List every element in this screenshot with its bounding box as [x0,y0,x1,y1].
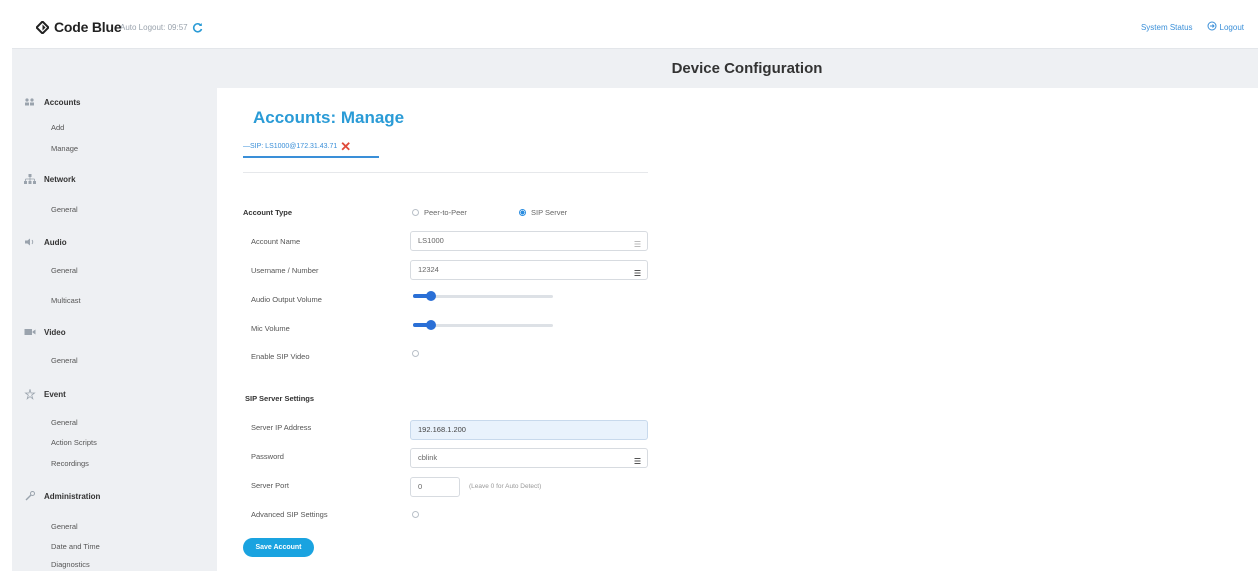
account-type-label: Account Type [243,208,293,217]
slider-handle[interactable] [426,320,437,330]
sidebar-section-label: Administration [44,491,101,501]
password-field[interactable]: cblink [410,448,648,468]
field-menu-icon[interactable] [634,266,641,277]
radio-label: SIP Server [531,208,568,217]
enable-sip-video-label: Enable SIP Video [251,352,310,361]
server-port-hint: (Leave 0 for Auto Detect) [469,483,542,490]
logout-link[interactable]: Logout [1207,21,1244,33]
enable-sip-video-checkbox[interactable] [412,350,419,357]
sidebar-section-administration[interactable]: Administration [24,491,100,501]
logout-icon [1207,21,1217,33]
audio-output-volume-label: Audio Output Volume [251,295,322,304]
account-name-label: Account Name [251,237,301,246]
server-ip-value: 192.168.1.200 [418,425,466,434]
radio-sip-server[interactable]: SIP Server [519,208,567,217]
logo: Code Blue [36,19,122,35]
field-menu-icon[interactable] [634,454,641,465]
account-tab[interactable]: —SIP: LS1000@172.31.43.71 ✕ [243,140,379,158]
slider-handle[interactable] [426,291,437,301]
sidebar-section-network[interactable]: Network [24,174,76,184]
sidebar-section-label: Event [44,389,66,399]
accounts-icon [24,97,36,107]
sidebar-item-date-and-time[interactable]: Date and Time [51,542,100,551]
system-status-link[interactable]: System Status [1141,23,1193,32]
event-icon [24,388,36,400]
sidebar-item-diagnostics[interactable]: Diagnostics [51,560,90,569]
server-ip-label: Server IP Address [251,423,312,432]
sidebar-section-audio[interactable]: Audio [24,237,67,247]
sidebar-item-event-general[interactable]: General [51,418,78,427]
page-title: Accounts: Manage [253,108,405,127]
password-label: Password [251,452,284,461]
sidebar-item-multicast[interactable]: Multicast [51,296,81,305]
username-value: 12324 [418,265,439,274]
sidebar-item-admin-general[interactable]: General [51,522,78,531]
sidebar-section-label: Audio [44,237,67,247]
network-icon [24,174,36,184]
sidebar-item-add[interactable]: Add [51,123,64,132]
username-label: Username / Number [251,266,319,275]
refresh-icon[interactable] [192,22,203,33]
audio-icon [24,237,36,247]
account-name-value: LS1000 [418,236,444,245]
code-blue-logo-icon [36,20,49,34]
sidebar-section-label: Accounts [44,97,81,107]
sidebar-item-network-general[interactable]: General [51,205,78,214]
radio-label: Peer-to-Peer [424,208,467,217]
password-value: cblink [418,453,438,462]
field-menu-icon[interactable] [634,237,641,247]
logo-text: Code Blue [54,19,122,35]
sidebar-section-label: Network [44,174,76,184]
mic-volume-slider[interactable] [413,320,553,330]
administration-icon [24,491,36,501]
sidebar-item-video-general[interactable]: General [51,356,78,365]
top-bar: Code Blue Auto Logout: 09:57 System Stat… [0,0,1258,50]
sidebar-item-recordings[interactable]: Recordings [51,459,89,468]
sidebar-section-event[interactable]: Event [24,388,66,400]
top-right-links: System Status Logout [1141,21,1244,33]
server-ip-field[interactable]: 192.168.1.200 [410,420,648,440]
server-port-field[interactable]: 0 [410,477,460,497]
radio-selected-icon [519,209,526,216]
sidebar-section-accounts[interactable]: Accounts [24,97,80,107]
server-port-label: Server Port [251,481,289,490]
advanced-sip-settings-checkbox[interactable] [412,511,419,518]
advanced-sip-settings-label: Advanced SIP Settings [251,510,328,519]
radio-icon [412,209,419,216]
account-name-field[interactable]: LS1000 [410,231,648,251]
logout-label: Logout [1219,22,1244,32]
radio-peer-to-peer[interactable]: Peer-to-Peer [412,208,467,217]
header-band: Device Configuration [12,48,1258,88]
mic-volume-label: Mic Volume [251,324,290,333]
save-account-button[interactable]: Save Account [243,538,314,557]
username-field[interactable]: 12324 [410,260,648,280]
sidebar-item-manage[interactable]: Manage [51,144,78,153]
remove-account-icon[interactable]: ✕ [340,140,351,153]
audio-output-volume-slider[interactable] [413,291,553,301]
account-tab-label: —SIP: LS1000@172.31.43.71 [243,143,338,150]
divider [243,172,648,173]
auto-logout-timer: Auto Logout: 09:57 [120,22,203,33]
sip-server-settings-heading: SIP Server Settings [245,394,315,403]
sidebar-item-audio-general[interactable]: General [51,266,78,275]
page-header-title: Device Configuration [671,60,823,77]
main-content-panel [217,88,1258,571]
auto-logout-text: Auto Logout: 09:57 [120,23,188,32]
sidebar-section-label: Video [44,327,66,337]
video-icon [24,327,36,337]
server-port-value: 0 [418,482,423,491]
sidebar-section-video[interactable]: Video [24,327,66,337]
sidebar-item-action-scripts[interactable]: Action Scripts [51,438,97,447]
